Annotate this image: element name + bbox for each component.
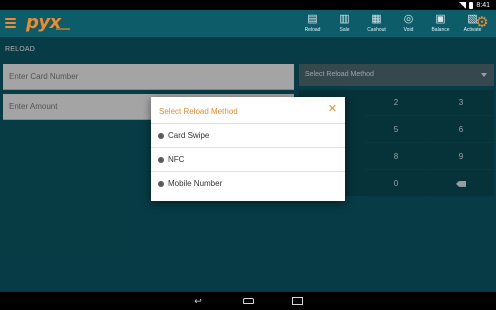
back-icon[interactable]: ↩ — [191, 295, 205, 307]
dialog-header: Select Reload Method ✕ — [151, 97, 345, 124]
bullet-icon — [158, 157, 164, 163]
close-icon[interactable]: ✕ — [328, 104, 337, 115]
gear-icon[interactable]: ⚙ — [474, 15, 490, 31]
void-icon: ◎ — [403, 13, 414, 25]
system-nav-bar: ↩ — [0, 292, 496, 310]
sale-button[interactable]: ▥ Sale — [332, 10, 357, 37]
recent-apps-icon[interactable] — [291, 295, 305, 307]
option-mobile-number[interactable]: Mobile Number — [151, 172, 345, 196]
sale-icon: ▥ — [339, 13, 350, 25]
balance-button[interactable]: ▣ Balance — [428, 10, 453, 37]
logo-underline — [56, 28, 70, 30]
void-button[interactable]: ◎ Void — [396, 10, 421, 37]
menu-button[interactable] — [5, 18, 16, 28]
status-icons: 8:41 — [459, 0, 490, 10]
status-time: 8:41 — [476, 1, 490, 9]
option-card-swipe[interactable]: Card Swipe — [151, 124, 345, 148]
signal-icon — [459, 1, 467, 9]
balance-icon: ▣ — [435, 13, 446, 25]
toolbar: ▤ Reload ▥ Sale ▦ Cashout ◎ Void ▣ Balan… — [300, 10, 492, 37]
cashout-icon: ▦ — [371, 13, 382, 25]
home-icon[interactable] — [241, 295, 255, 307]
cashout-button[interactable]: ▦ Cashout — [364, 10, 389, 37]
menu-icon — [5, 18, 16, 20]
status-bar: 8:41 — [0, 0, 496, 10]
dialog-title: Select Reload Method — [159, 107, 238, 116]
reload-button[interactable]: ▤ Reload — [300, 10, 325, 37]
app-bar: pyx ▤ Reload ▥ Sale ▦ Cashout ◎ Void ▣ B… — [0, 10, 496, 37]
battery-icon — [469, 1, 474, 9]
bullet-icon — [158, 181, 164, 187]
bullet-icon — [158, 133, 164, 139]
reload-icon: ▤ — [307, 13, 318, 25]
reload-method-dialog: Select Reload Method ✕ Card Swipe NFC Mo… — [151, 97, 345, 201]
option-nfc[interactable]: NFC — [151, 148, 345, 172]
